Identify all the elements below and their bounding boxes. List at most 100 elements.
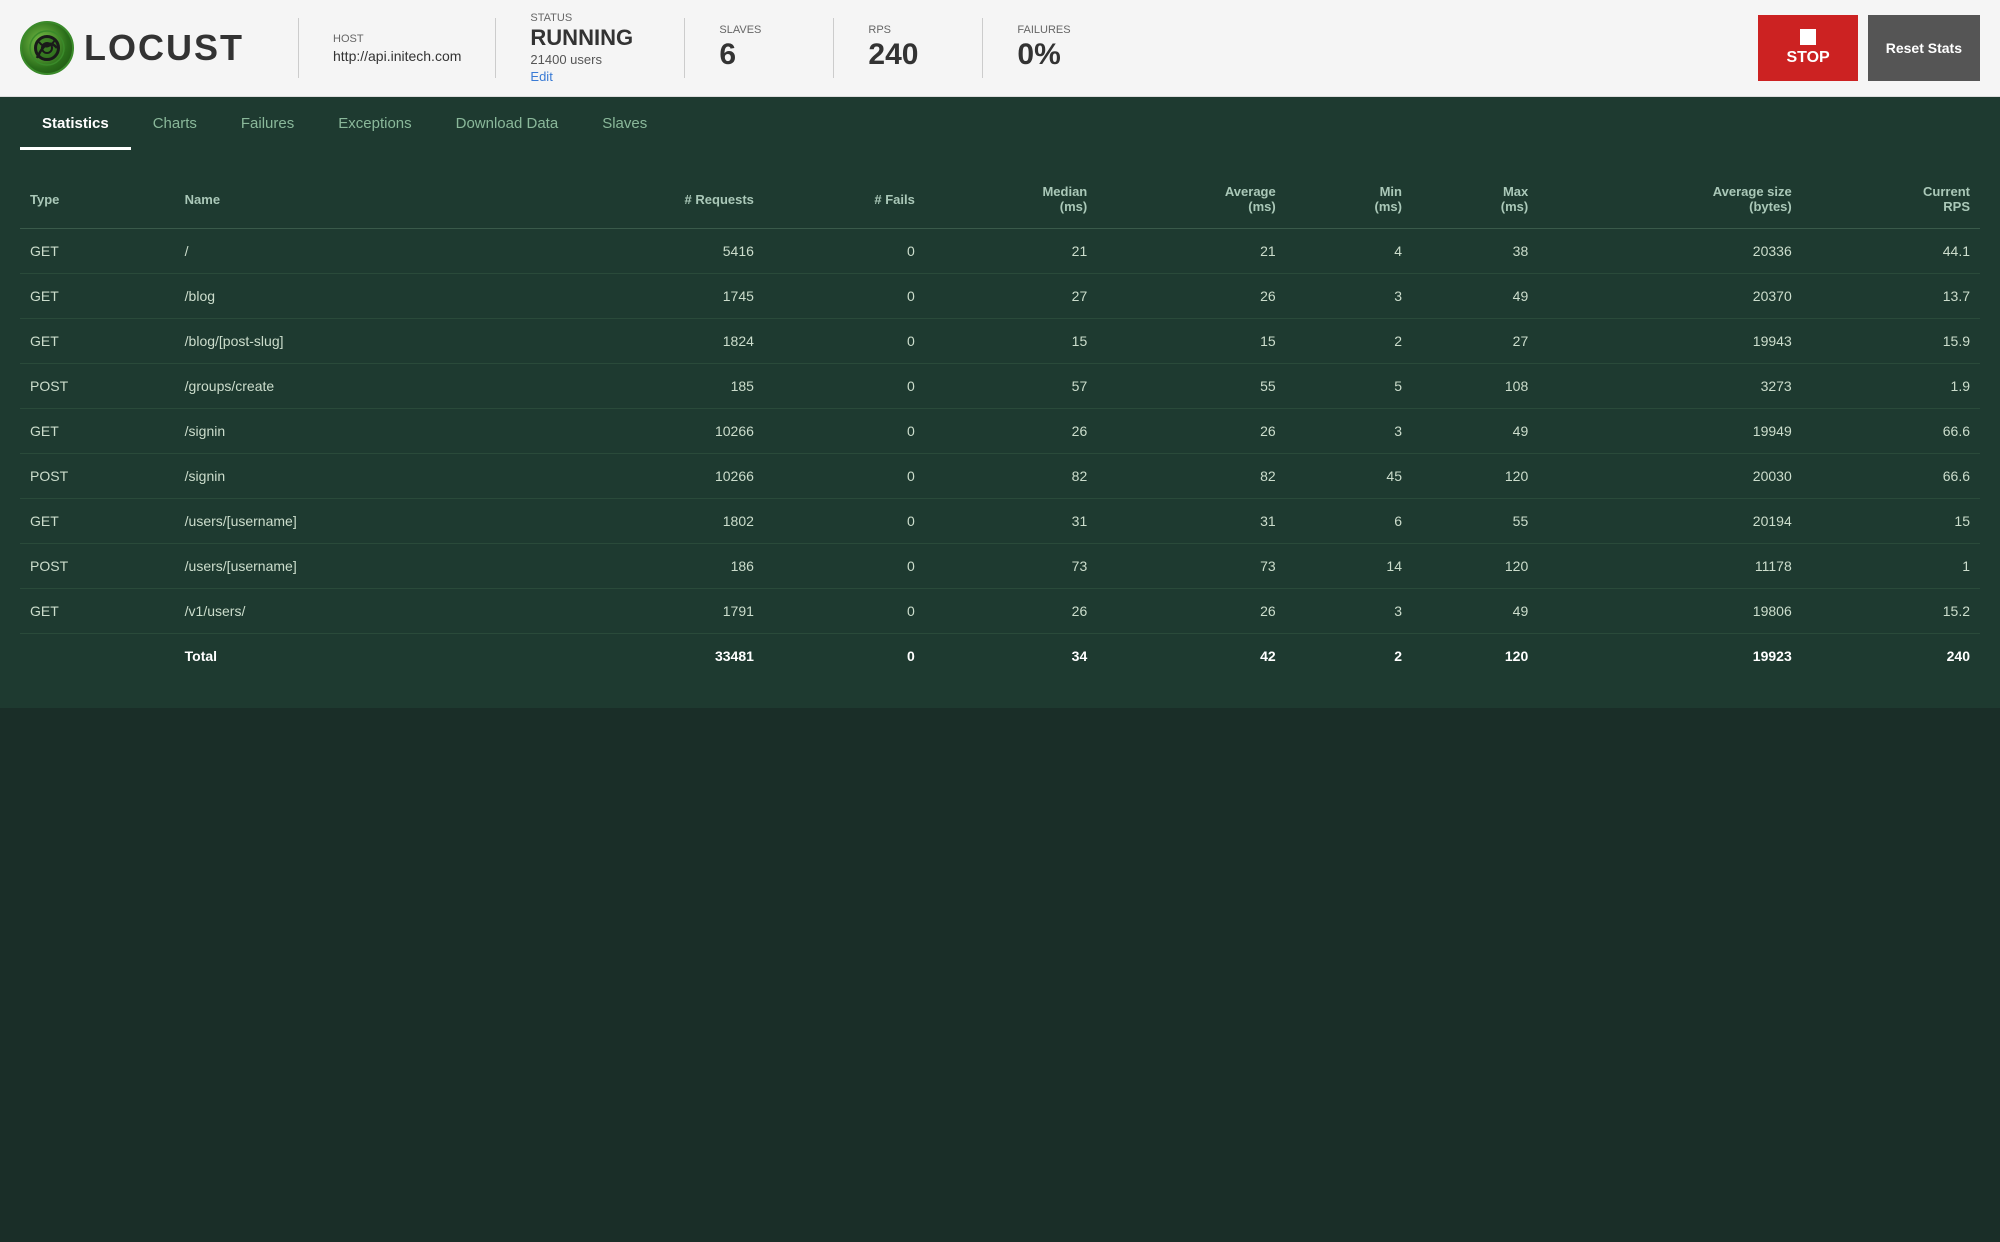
cell-requests: 1745 [526,274,764,319]
total-rps: 240 [1802,634,1980,679]
nav-item-download-data[interactable]: Download Data [434,97,581,150]
cell-max: 27 [1412,319,1538,364]
host-section: HOST http://api.initech.com [333,33,461,64]
header-divider-3 [684,18,685,78]
cell-average: 15 [1097,319,1285,364]
cell-median: 31 [925,499,1097,544]
cell-requests: 10266 [526,409,764,454]
cell-rps: 13.7 [1802,274,1980,319]
nav-item-charts[interactable]: Charts [131,97,219,150]
table-row: POST /groups/create 185 0 57 55 5 108 32… [20,364,1980,409]
table-total-row: Total 33481 0 34 42 2 120 19923 240 [20,634,1980,679]
cell-average: 31 [1097,499,1285,544]
cell-requests: 5416 [526,229,764,274]
cell-avg-size: 20030 [1538,454,1801,499]
cell-average: 26 [1097,274,1285,319]
nav: Statistics Charts Failures Exceptions Do… [0,97,2000,150]
slaves-section: SLAVES 6 [719,24,799,72]
cell-avg-size: 20370 [1538,274,1801,319]
cell-median: 26 [925,409,1097,454]
cell-max: 55 [1412,499,1538,544]
status-users: 21400 users [530,52,650,67]
table-row: GET /signin 10266 0 26 26 3 49 19949 66.… [20,409,1980,454]
col-median: Median(ms) [925,170,1097,229]
cell-type: POST [20,544,175,589]
col-requests: # Requests [526,170,764,229]
cell-fails: 0 [764,364,925,409]
cell-max: 49 [1412,409,1538,454]
cell-rps: 15.2 [1802,589,1980,634]
table-header-row: Type Name # Requests # Fails Median(ms) … [20,170,1980,229]
cell-rps: 15 [1802,499,1980,544]
nav-item-failures[interactable]: Failures [219,97,316,150]
cell-type: GET [20,274,175,319]
cell-fails: 0 [764,274,925,319]
rps-label: RPS [868,24,948,36]
cell-rps: 1 [1802,544,1980,589]
cell-name: /blog [175,274,526,319]
cell-requests: 1824 [526,319,764,364]
cell-median: 15 [925,319,1097,364]
statistics-table-container: Type Name # Requests # Fails Median(ms) … [0,150,2000,708]
cell-fails: 0 [764,499,925,544]
cell-min: 3 [1286,589,1412,634]
table-row: GET / 5416 0 21 21 4 38 20336 44.1 [20,229,1980,274]
cell-avg-size: 20194 [1538,499,1801,544]
failures-section: FAILURES 0% [1017,24,1097,72]
cell-name: /groups/create [175,364,526,409]
total-median: 34 [925,634,1097,679]
cell-type: GET [20,409,175,454]
cell-name: /signin [175,409,526,454]
table-row: GET /blog 1745 0 27 26 3 49 20370 13.7 [20,274,1980,319]
cell-avg-size: 3273 [1538,364,1801,409]
cell-requests: 186 [526,544,764,589]
cell-median: 57 [925,364,1097,409]
header-divider-2 [495,18,496,78]
cell-fails: 0 [764,319,925,364]
slaves-label: SLAVES [719,24,799,36]
statistics-table: Type Name # Requests # Fails Median(ms) … [20,170,1980,678]
status-edit-link[interactable]: Edit [530,69,650,84]
cell-type: GET [20,499,175,544]
cell-median: 21 [925,229,1097,274]
stop-button[interactable]: STOP [1758,15,1857,81]
cell-average: 26 [1097,589,1285,634]
cell-name: /users/[username] [175,499,526,544]
cell-name: / [175,229,526,274]
cell-min: 3 [1286,274,1412,319]
cell-fails: 0 [764,589,925,634]
cell-avg-size: 19806 [1538,589,1801,634]
nav-item-exceptions[interactable]: Exceptions [316,97,433,150]
cell-fails: 0 [764,409,925,454]
logo-area: LOCUST [20,21,244,75]
cell-average: 82 [1097,454,1285,499]
total-max: 120 [1412,634,1538,679]
total-avg-size: 19923 [1538,634,1801,679]
cell-avg-size: 19943 [1538,319,1801,364]
cell-min: 6 [1286,499,1412,544]
cell-avg-size: 19949 [1538,409,1801,454]
table-row: GET /blog/[post-slug] 1824 0 15 15 2 27 … [20,319,1980,364]
cell-max: 120 [1412,454,1538,499]
col-type: Type [20,170,175,229]
header-divider-5 [982,18,983,78]
cell-max: 120 [1412,544,1538,589]
col-rps: CurrentRPS [1802,170,1980,229]
nav-item-statistics[interactable]: Statistics [20,97,131,150]
cell-rps: 66.6 [1802,409,1980,454]
nav-item-slaves[interactable]: Slaves [580,97,669,150]
cell-average: 21 [1097,229,1285,274]
cell-max: 49 [1412,589,1538,634]
reset-stats-button[interactable]: Reset Stats [1868,15,1980,81]
rps-value: 240 [868,38,948,72]
cell-name: /v1/users/ [175,589,526,634]
header: LOCUST HOST http://api.initech.com STATU… [0,0,2000,97]
cell-rps: 15.9 [1802,319,1980,364]
cell-name: /users/[username] [175,544,526,589]
table-row: POST /users/[username] 186 0 73 73 14 12… [20,544,1980,589]
cell-median: 82 [925,454,1097,499]
cell-avg-size: 20336 [1538,229,1801,274]
status-section: STATUS RUNNING 21400 users Edit [530,12,650,84]
cell-requests: 1791 [526,589,764,634]
cell-requests: 1802 [526,499,764,544]
